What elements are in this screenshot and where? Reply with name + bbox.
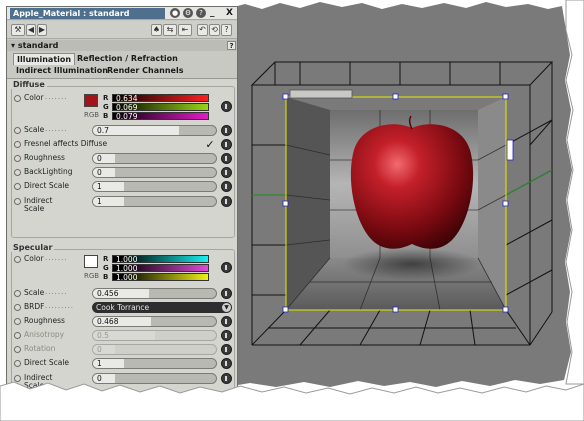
- torn-edge-overlay: [0, 0, 584, 421]
- screenshot-stage: Apple_Material : standard ● ⚙ ? _ X ⚒ ◀ …: [0, 0, 584, 421]
